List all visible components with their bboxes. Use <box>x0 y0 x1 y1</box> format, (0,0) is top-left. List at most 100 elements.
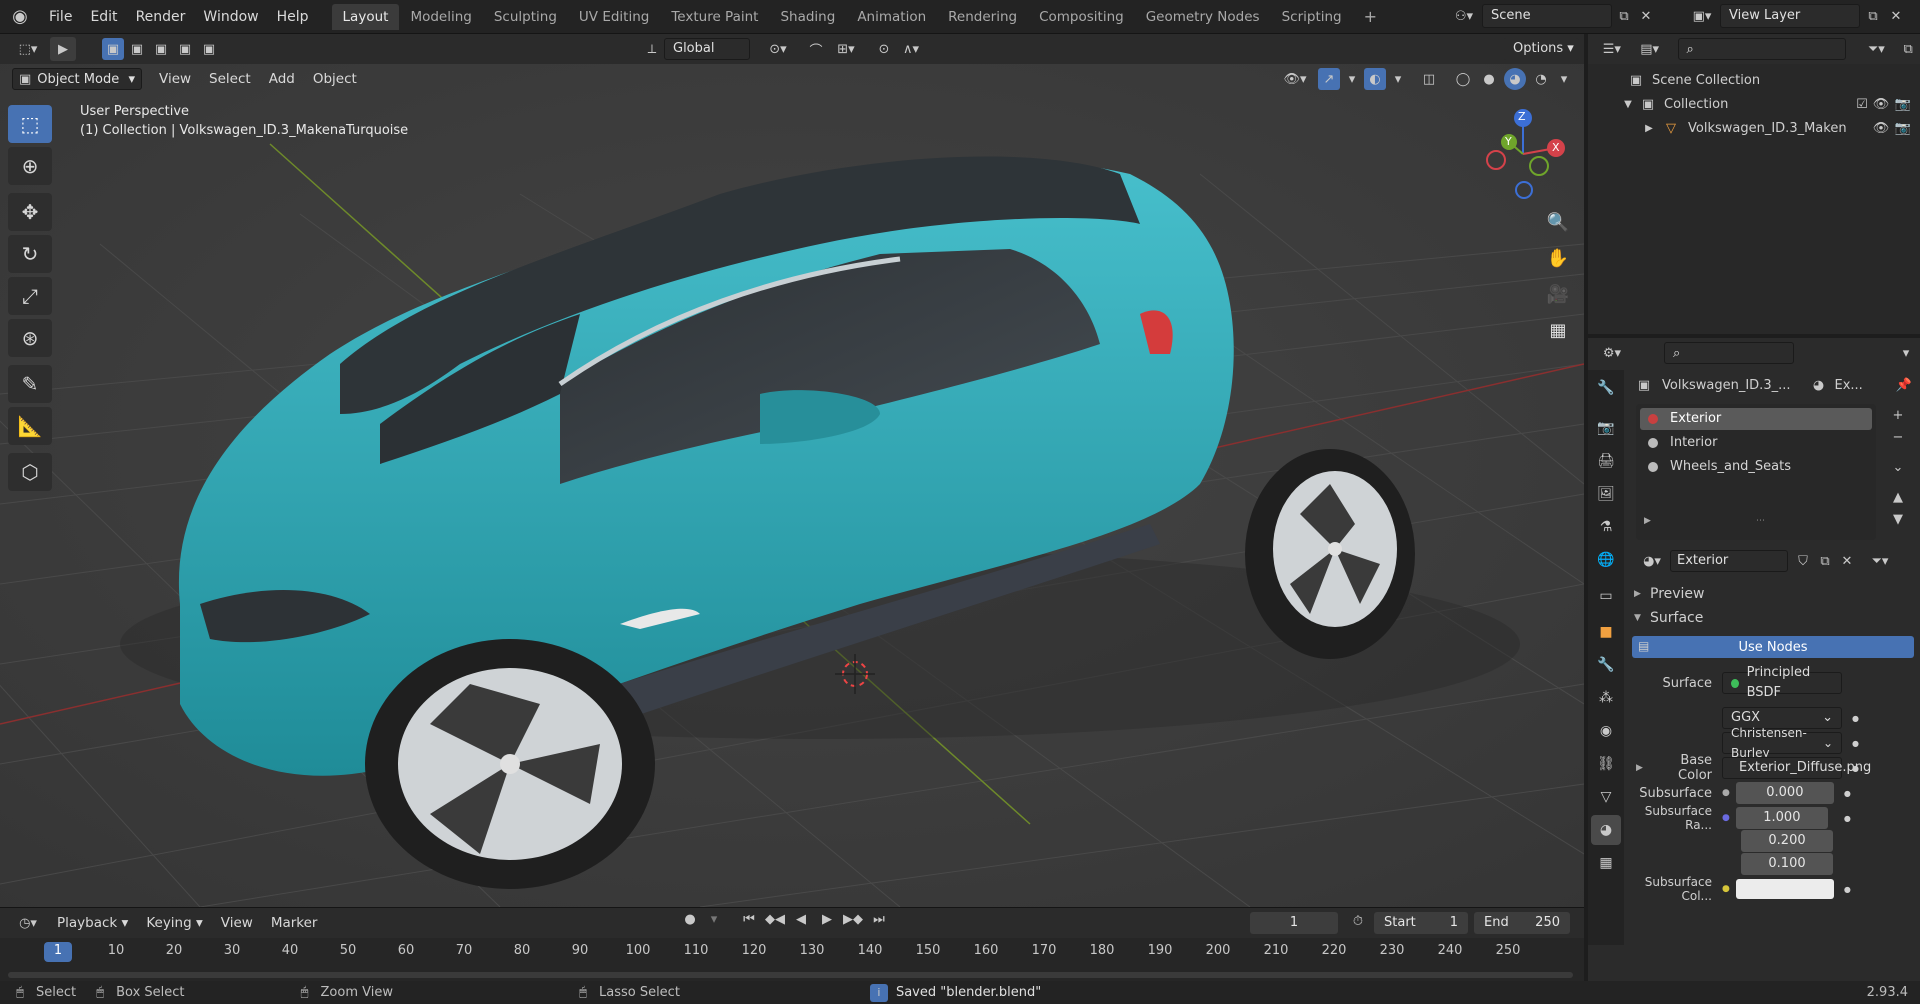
play-reverse-icon[interactable]: ◀ <box>790 912 812 927</box>
options-dropdown[interactable]: Options ▾ <box>1503 38 1579 60</box>
select-intersect-icon[interactable]: ▣ <box>198 38 220 60</box>
cursor-tool-icon[interactable]: ⊕ <box>8 147 52 185</box>
modifier-tab-icon[interactable]: 🔧 <box>1591 650 1621 680</box>
3d-viewport[interactable] <box>0 64 1584 907</box>
keyframe-dot-icon[interactable]: ● <box>1844 885 1851 894</box>
falloff-icon[interactable]: ∧▾ <box>896 42 926 57</box>
next-keyframe-icon[interactable]: ▶◆ <box>842 912 864 927</box>
object-tab-icon[interactable]: ■ <box>1591 617 1621 647</box>
tab-compositing[interactable]: Compositing <box>1028 4 1135 30</box>
gizmo-toggle-icon[interactable]: ↗ <box>1318 68 1340 90</box>
jump-end-icon[interactable]: ⏭ <box>868 912 890 927</box>
pan-hand-icon[interactable]: ✋ <box>1542 242 1574 274</box>
select-mode-icon[interactable]: ▶ <box>50 37 76 61</box>
tab-geometry-nodes[interactable]: Geometry Nodes <box>1135 4 1271 30</box>
timeline-track[interactable]: 1 10 20 30 40 50 60 70 80 90 100 110 120… <box>0 938 1584 982</box>
tab-scripting[interactable]: Scripting <box>1271 4 1353 30</box>
solid-shading-icon[interactable]: ● <box>1478 72 1500 87</box>
surface-panel-header[interactable]: ▼ Surface <box>1628 606 1920 630</box>
hide-eye-icon[interactable]: 👁 <box>1870 97 1892 112</box>
material-shading-icon[interactable]: ◕ <box>1504 68 1526 90</box>
material-slot-interior[interactable]: Interior <box>1640 432 1872 454</box>
tab-texture-paint[interactable]: Texture Paint <box>660 4 769 30</box>
tab-shading[interactable]: Shading <box>769 4 846 30</box>
keyframe-dot-icon[interactable]: ● <box>1852 764 1859 773</box>
new-view-layer-icon[interactable]: ⧉ <box>1860 9 1886 24</box>
resize-handle-icon[interactable]: ⋯ <box>1756 516 1765 526</box>
keyframe-dot-icon[interactable]: ● <box>1852 739 1859 748</box>
jump-start-icon[interactable]: ⏮ <box>738 912 760 927</box>
menu-help[interactable]: Help <box>268 0 318 34</box>
end-frame-field[interactable]: End 250 <box>1474 912 1570 934</box>
shading-dropdown-icon[interactable]: ▾ <box>1556 72 1572 87</box>
tab-animation[interactable]: Animation <box>846 4 937 30</box>
zoom-icon[interactable]: 🔍 <box>1542 206 1574 238</box>
viewport-menu-add[interactable]: Add <box>260 64 304 94</box>
visibility-icon[interactable]: 👁▾ <box>1276 72 1314 87</box>
material-slot-exterior[interactable]: Exterior <box>1640 408 1872 430</box>
material-slot-list[interactable]: Exterior Interior Wheels_and_Seats ▶ ⋯ <box>1636 404 1876 540</box>
render-camera-icon[interactable]: 📷 <box>1892 121 1914 136</box>
keying-dropdown-icon[interactable]: ▾ <box>704 912 724 927</box>
subsurface-radius-z-field[interactable]: 0.100 <box>1741 853 1833 875</box>
browse-material-icon[interactable]: ◕▾ <box>1634 554 1670 569</box>
scene-field[interactable]: Scene <box>1482 4 1612 28</box>
data-tab-icon[interactable]: ▽ <box>1591 782 1621 812</box>
menu-render[interactable]: Render <box>127 0 195 34</box>
start-frame-field[interactable]: Start 1 <box>1374 912 1468 934</box>
expand-arrow-icon[interactable]: ▶ <box>1642 123 1656 134</box>
properties-search-input[interactable]: ⌕ <box>1664 342 1794 364</box>
expand-arrow-icon[interactable]: ▼ <box>1620 99 1636 110</box>
rear-wheel[interactable] <box>1245 449 1415 659</box>
link-filter-icon[interactable]: ⏷▾ <box>1864 554 1896 569</box>
outliner-item-object[interactable]: ▶ ▽ Volkswagen_ID.3_Maken 👁 📷 <box>1588 116 1920 140</box>
gizmo-dropdown-icon[interactable]: ▾ <box>1344 72 1360 87</box>
keyframe-dot-icon[interactable]: ● <box>1844 814 1851 823</box>
rotate-tool-icon[interactable]: ↻ <box>8 235 52 273</box>
preview-range-icon[interactable]: ⏱ <box>1348 914 1368 929</box>
delete-view-layer-icon[interactable]: ✕ <box>1886 9 1906 24</box>
scene-tab-icon[interactable]: ⚗ <box>1591 512 1621 542</box>
select-subtract-icon[interactable]: ▣ <box>150 38 172 60</box>
tab-sculpting[interactable]: Sculpting <box>483 4 568 30</box>
subsurface-radius-y-field[interactable]: 0.200 <box>1741 830 1833 852</box>
output-tab-icon[interactable]: 🖨 <box>1591 446 1621 476</box>
orientation-dropdown[interactable]: Global <box>664 38 750 60</box>
hide-eye-icon[interactable]: 👁 <box>1870 121 1892 136</box>
auto-keying-icon[interactable]: ● <box>680 912 700 927</box>
outliner-editor-icon[interactable]: ☰▾ <box>1592 42 1632 57</box>
view-layer-tab-icon[interactable]: 🖼 <box>1591 479 1621 509</box>
base-color-texture-field[interactable]: Exterior_Diffuse.png <box>1722 757 1871 779</box>
viewport-menu-select[interactable]: Select <box>200 64 260 94</box>
annotate-tool-icon[interactable]: ✎ <box>8 365 52 403</box>
view-layer-field[interactable]: View Layer <box>1720 4 1860 28</box>
keyframe-dot-icon[interactable]: ● <box>1852 714 1859 723</box>
render-tab-icon[interactable]: 📷 <box>1591 413 1621 443</box>
overlay-toggle-icon[interactable]: ◐ <box>1364 68 1386 90</box>
properties-editor-icon[interactable]: ⚙▾ <box>1592 346 1632 361</box>
filter-icon[interactable]: ⏷▾ <box>1856 42 1896 57</box>
camera-view-icon[interactable]: 🎥 <box>1542 278 1574 310</box>
blender-logo-icon[interactable]: ◉ <box>0 6 40 27</box>
move-slot-down-icon[interactable]: ▼ <box>1886 508 1910 530</box>
world-tab-icon[interactable]: 🌐 <box>1591 545 1621 575</box>
play-icon[interactable]: ▶ <box>816 912 838 927</box>
timeline-menu-view[interactable]: View <box>212 908 262 938</box>
select-box-tool-icon[interactable]: ⬚ <box>8 105 52 143</box>
move-tool-icon[interactable]: ✥ <box>8 193 52 231</box>
use-nodes-button[interactable]: ▤ Use Nodes <box>1632 636 1914 658</box>
outliner-item-collection[interactable]: ▼ ▣ Collection ☑ 👁 📷 <box>1588 92 1920 116</box>
tab-modeling[interactable]: Modeling <box>399 4 482 30</box>
subsurface-value-field[interactable]: 0.000 <box>1735 782 1834 804</box>
ortho-grid-icon[interactable]: ▦ <box>1542 314 1574 346</box>
navigation-gizmo[interactable]: Z Y X <box>1476 104 1566 204</box>
rendered-shading-icon[interactable]: ◔ <box>1530 72 1552 87</box>
proportional-edit-icon[interactable]: ⊙ <box>872 42 896 57</box>
unlink-material-icon[interactable]: ✕ <box>1836 554 1858 569</box>
tab-rendering[interactable]: Rendering <box>937 4 1028 30</box>
mode-dropdown[interactable]: ▣ Object Mode ▾ <box>12 68 142 90</box>
add-workspace-icon[interactable]: + <box>1353 4 1388 30</box>
overlay-dropdown-icon[interactable]: ▾ <box>1390 72 1406 87</box>
fake-user-shield-icon[interactable]: ⛉ <box>1792 554 1814 569</box>
subsurface-method-dropdown[interactable]: Christensen-Burley ⌄ <box>1722 726 1842 760</box>
